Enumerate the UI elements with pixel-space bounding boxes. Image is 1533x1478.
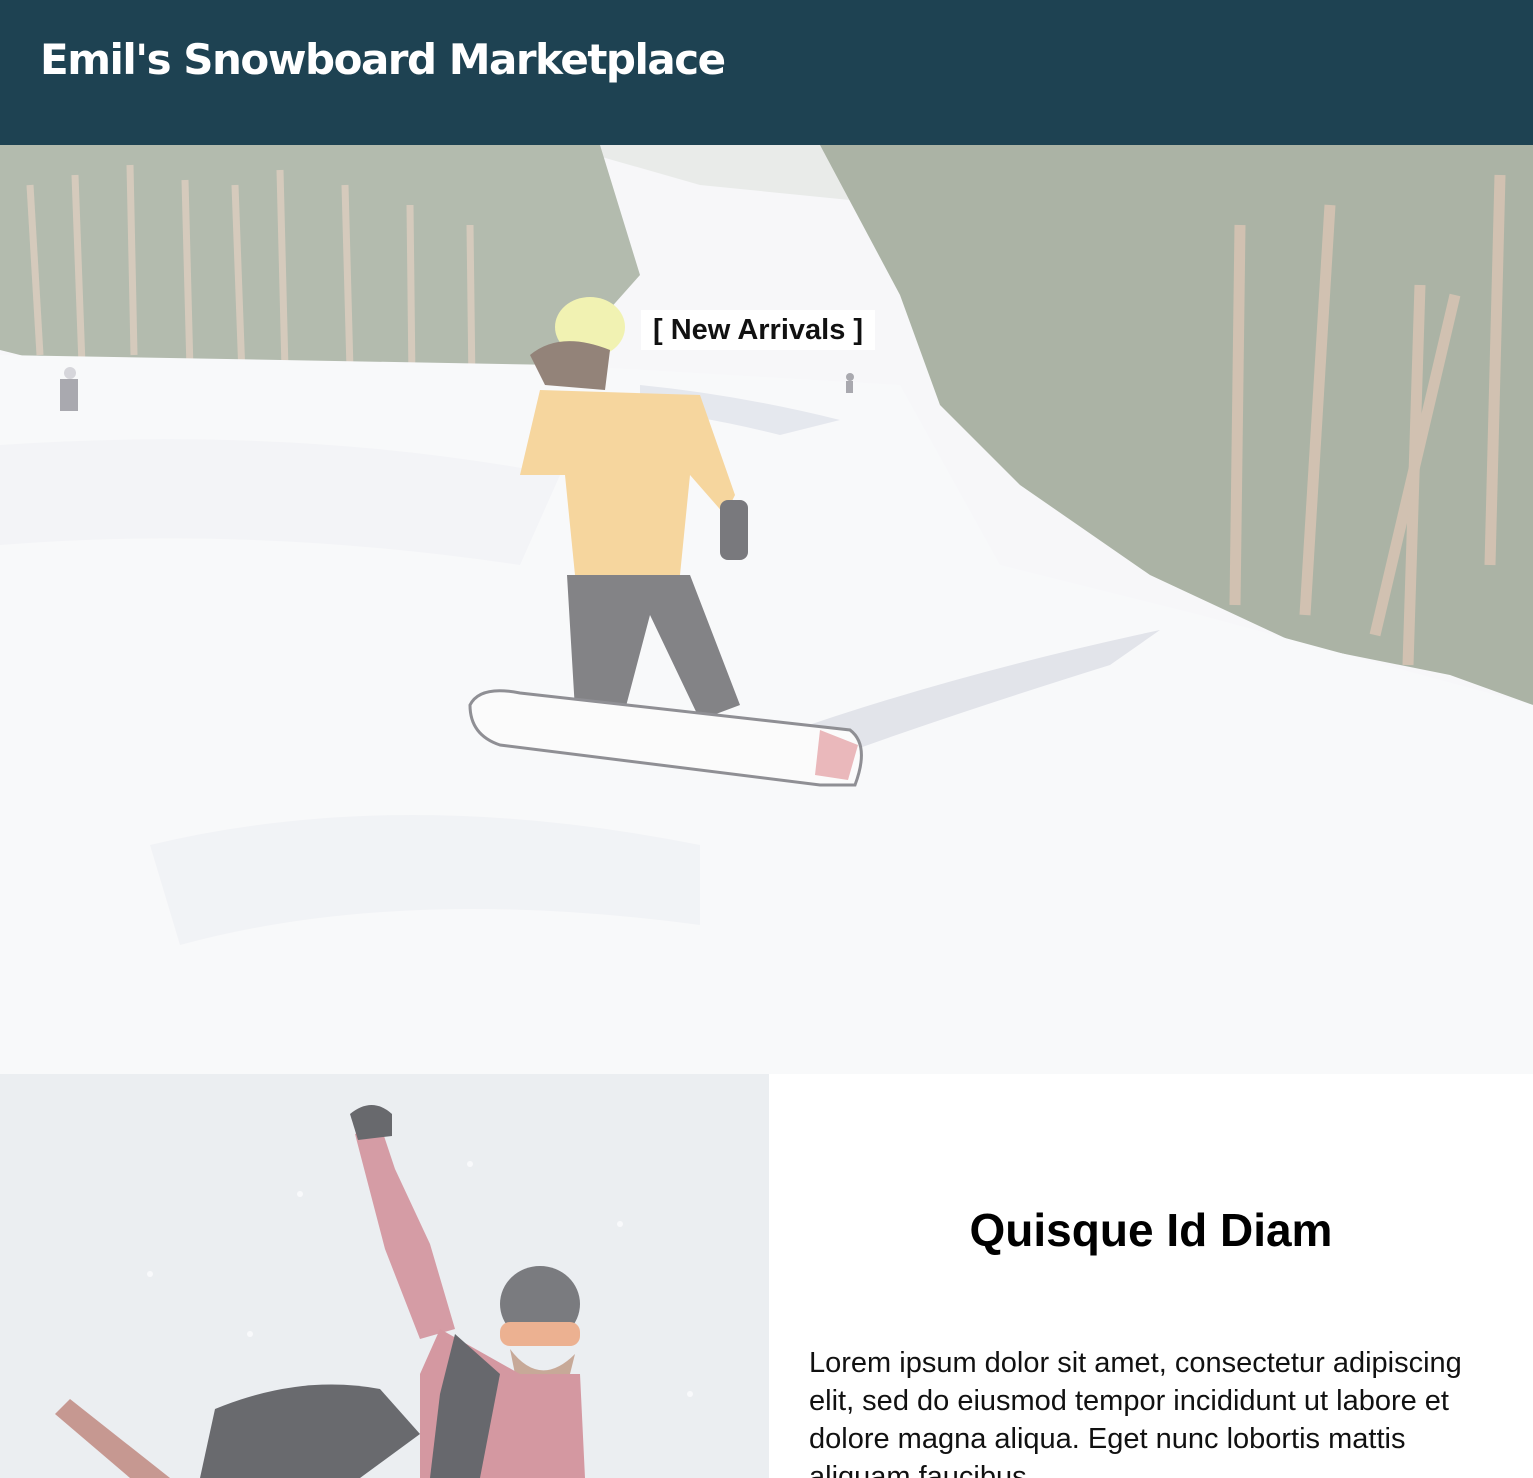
feature-image <box>0 1074 769 1478</box>
feature-heading: Quisque Id Diam <box>969 1204 1333 1256</box>
site-header: Emil's Snowboard Marketplace <box>0 0 1533 145</box>
feature-body-text: Lorem ipsum dolor sit amet, consectetur … <box>809 1347 1462 1478</box>
site-title[interactable]: Emil's Snowboard Marketplace <box>40 35 1493 84</box>
snowboarder-photo <box>0 1074 769 1478</box>
hero-image <box>0 145 1533 1074</box>
feature-section: Quisque Id Diam Lorem ipsum dolor sit am… <box>0 1074 1533 1478</box>
feature-text-panel: Quisque Id Diam Lorem ipsum dolor sit am… <box>769 1074 1533 1478</box>
new-arrivals-badge[interactable]: [ New Arrivals ] <box>641 310 876 350</box>
hero-banner: [ New Arrivals ] <box>0 145 1533 1074</box>
